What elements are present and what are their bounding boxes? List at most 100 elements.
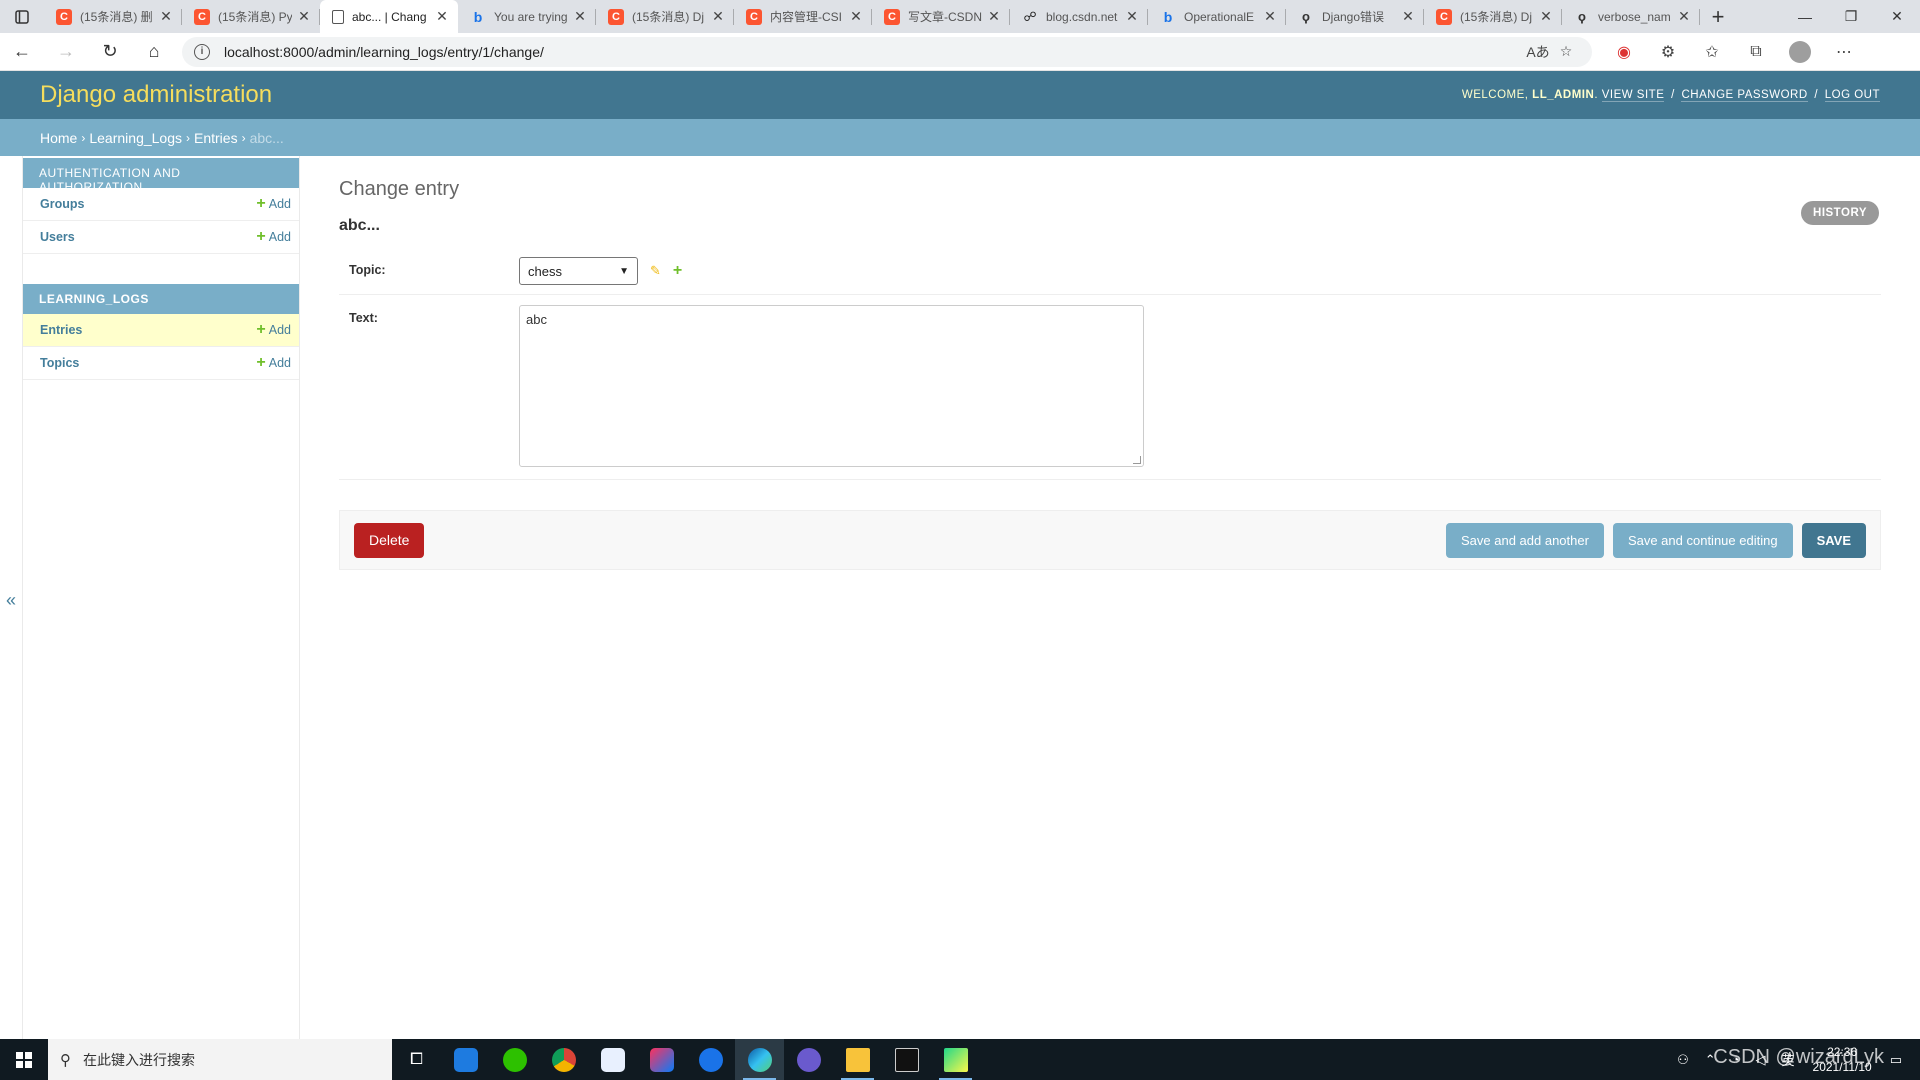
search-icon: ⚲ (60, 1051, 71, 1069)
browser-tab[interactable]: C (15条消息) 删 ✕ (44, 0, 182, 33)
change-related-pencil-icon[interactable]: ✎ (650, 257, 661, 284)
taskbar-app-explorer[interactable] (833, 1039, 882, 1080)
nav-sidebar: Authentication and Authorization Groups … (22, 156, 300, 1039)
read-aloud-icon[interactable]: Aあ (1524, 42, 1552, 62)
change-password-link[interactable]: CHANGE PASSWORD (1681, 89, 1808, 102)
more-menu-button[interactable]: ⋯ (1822, 33, 1866, 71)
collections-button[interactable]: ⧉ (1734, 33, 1778, 71)
extensions-button[interactable]: ⚙ (1646, 33, 1690, 71)
add-topics-link[interactable]: + Add (256, 355, 291, 371)
sidebar-item-topics: Topics + Add (23, 347, 299, 380)
submit-row: Delete Save and add another Save and con… (339, 510, 1881, 570)
tab-close-icon[interactable]: ✕ (1400, 8, 1416, 25)
minimize-icon: — (1798, 8, 1812, 25)
breadcrumb-model[interactable]: Entries (194, 130, 238, 146)
browser-tab[interactable]: ☍ blog.csdn.net ✕ (1010, 0, 1148, 33)
taskbar-app-edge[interactable] (735, 1039, 784, 1080)
add-users-link[interactable]: + Add (256, 229, 291, 245)
address-bar[interactable]: i localhost:8000/admin/learning_logs/ent… (182, 36, 1592, 67)
tab-actions-button[interactable] (0, 0, 44, 33)
browser-tab-active[interactable]: abc... | Chang ✕ (320, 0, 458, 33)
taskbar-app-pycharm[interactable] (931, 1039, 980, 1080)
people-icon[interactable]: ⚇ (1677, 1052, 1689, 1068)
toggle-sidebar-button[interactable]: « (0, 585, 22, 615)
notification-icon[interactable]: ▭ (1890, 1052, 1902, 1068)
module-caption[interactable]: Learning_Logs (23, 284, 299, 314)
tool-app-icon (600, 1047, 625, 1072)
object-title: abc... (339, 217, 380, 234)
model-link-users[interactable]: Users (40, 230, 256, 244)
csdn-favicon-icon: C (608, 8, 624, 25)
site-info-icon[interactable]: i (194, 43, 210, 60)
module-caption[interactable]: Authentication and Authorization (23, 158, 299, 194)
taskbar-app-wechat[interactable] (490, 1039, 539, 1080)
new-tab-button[interactable]: + (1700, 0, 1736, 33)
breadcrumb-app[interactable]: Learning_Logs (89, 130, 182, 146)
tab-close-icon[interactable]: ✕ (1262, 8, 1278, 25)
tab-close-icon[interactable]: ✕ (710, 8, 726, 25)
taskbar-app-star[interactable] (441, 1039, 490, 1080)
url-text[interactable]: localhost:8000/admin/learning_logs/entry… (224, 44, 1524, 60)
tab-close-icon[interactable]: ✕ (1124, 8, 1140, 25)
resize-handle[interactable] (1133, 456, 1141, 464)
browser-tab[interactable]: C (15条消息) Dj ✕ (1424, 0, 1562, 33)
breadcrumb-home[interactable]: Home (40, 130, 77, 146)
tab-close-icon[interactable]: ✕ (434, 8, 450, 25)
delete-button[interactable]: Delete (354, 522, 425, 558)
start-button[interactable] (0, 1039, 48, 1080)
tab-close-icon[interactable]: ✕ (296, 8, 312, 25)
taskbar-app-tool[interactable] (588, 1039, 637, 1080)
taskbar-app-circle[interactable] (784, 1039, 833, 1080)
restore-icon: ❐ (1844, 8, 1858, 24)
close-icon: ✕ (1891, 8, 1903, 24)
save-and-continue-button[interactable]: Save and continue editing (1612, 522, 1793, 558)
forward-button[interactable]: → (44, 33, 88, 71)
add-groups-link[interactable]: + Add (256, 196, 291, 212)
history-button[interactable]: HISTORY (1801, 201, 1879, 225)
browser-tab[interactable]: C 内容管理-CSI ✕ (734, 0, 872, 33)
add-entries-link[interactable]: + Add (256, 322, 291, 338)
topic-select[interactable]: chess ▼ (519, 257, 638, 285)
home-button[interactable]: ⌂ (132, 33, 176, 71)
tab-close-icon[interactable]: ✕ (572, 8, 588, 25)
close-window-button[interactable]: ✕ (1874, 0, 1920, 33)
favorite-star-icon[interactable]: ☆ (1552, 43, 1580, 60)
taskbar-app-chrome[interactable] (539, 1039, 588, 1080)
minimize-button[interactable]: — (1782, 0, 1828, 33)
view-site-link[interactable]: VIEW SITE (1601, 89, 1665, 102)
save-and-add-another-button[interactable]: Save and add another (1446, 522, 1604, 558)
username: LL_ADMIN (1532, 89, 1595, 101)
taskbar-app-terminal[interactable] (882, 1039, 931, 1080)
browser-tab[interactable]: b OperationalE ✕ (1148, 0, 1286, 33)
back-button[interactable]: ← (0, 33, 44, 71)
taskbar-app-sogou[interactable] (686, 1039, 735, 1080)
browser-tab[interactable]: C (15条消息) Dj ✕ (596, 0, 734, 33)
taskbar-search[interactable]: ⚲ 在此键入进行搜索 (48, 1039, 392, 1080)
restore-button[interactable]: ❐ (1828, 0, 1874, 33)
profile-button[interactable] (1778, 33, 1822, 71)
tab-close-icon[interactable]: ✕ (158, 8, 174, 25)
model-link-groups[interactable]: Groups (40, 197, 256, 211)
tab-close-icon[interactable]: ✕ (848, 8, 864, 25)
text-textarea[interactable]: abc (519, 305, 1144, 467)
browser-tab[interactable]: C (15条消息) Py ✕ (182, 0, 320, 33)
task-view-button[interactable]: ⧠ (392, 1039, 441, 1080)
tab-close-icon[interactable]: ✕ (1676, 8, 1692, 25)
site-branding[interactable]: Django administration (40, 81, 272, 109)
add-related-plus-icon[interactable]: + (673, 257, 682, 284)
favorites-button[interactable]: ✩ (1690, 33, 1734, 71)
log-out-link[interactable]: LOG OUT (1824, 89, 1880, 102)
tab-close-icon[interactable]: ✕ (1538, 8, 1554, 25)
record-icon: ◉ (1617, 43, 1631, 61)
browser-tab[interactable]: ϙ verbose_nam ✕ (1562, 0, 1700, 33)
save-button[interactable]: SAVE (1801, 522, 1866, 558)
model-link-topics[interactable]: Topics (40, 356, 256, 370)
taskbar-app-intellij[interactable] (637, 1039, 686, 1080)
browser-tab[interactable]: b You are trying ✕ (458, 0, 596, 33)
reload-button[interactable]: ↻ (88, 33, 132, 71)
model-link-entries[interactable]: Entries (40, 323, 256, 337)
browser-tab[interactable]: C 写文章-CSDN ✕ (872, 0, 1010, 33)
tab-close-icon[interactable]: ✕ (986, 8, 1002, 25)
browser-tab[interactable]: ϙ Django错误 ✕ (1286, 0, 1424, 33)
extension-button[interactable]: ◉ (1602, 33, 1646, 71)
